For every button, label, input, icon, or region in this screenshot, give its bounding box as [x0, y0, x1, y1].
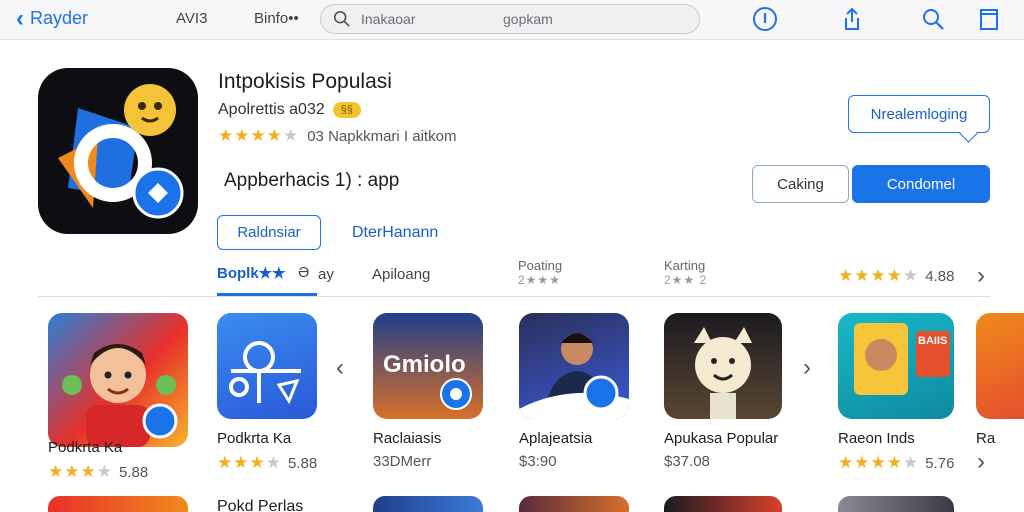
stat-2: Karting 2★★ 2 [664, 258, 707, 288]
search-placeholder: Inakaoar [361, 11, 416, 27]
stat-1-label: Poating [518, 258, 563, 273]
row2-title: Pokd Perlas [217, 498, 304, 512]
app-card-meta-3: 33DMerr [373, 453, 432, 470]
app-card[interactable]: Podkrta Ka [217, 313, 337, 419]
card-stars-icon: ★★★★ [48, 462, 113, 481]
app-card-meta: ★★★★ 5.88 [48, 462, 168, 482]
gear-icon [440, 378, 472, 410]
app-rating: ★★★★★ 03 Napkkmari I aitkom [218, 126, 456, 146]
app-thumbnail-partial[interactable] [976, 313, 1024, 419]
app-card-name-6: Raeon Inds [838, 430, 915, 447]
share-icon[interactable] [839, 6, 865, 32]
top-bar: ‹ Rayder AVI3 Binfo•• Inakaoar gopkam [0, 0, 1024, 40]
chevron-right-icon[interactable]: › [977, 262, 985, 290]
stat-2-value: 2★★ 2 [664, 273, 708, 287]
app-thumbnail [664, 313, 782, 419]
app-card-meta-5: $37.08 [664, 453, 710, 470]
chat-bubble-button[interactable]: Nrealemloging [848, 95, 990, 133]
chevron-left-icon[interactable]: ‹ [336, 354, 344, 382]
tab-active-extra: Ə [298, 264, 310, 281]
card-stars-icon: ★★★★★ [838, 453, 920, 472]
app-card-name-5: Apukasa Popular [664, 430, 779, 447]
app-thumbnail: Gmiolo [373, 313, 483, 419]
search-icon [333, 10, 350, 27]
app-card-info: Podkrta Ka ★★★★ 5.88 [48, 427, 168, 482]
chevron-right-icon[interactable]: › [977, 448, 985, 476]
app-card-name-3: Raclaiasis [373, 430, 442, 447]
app-thumbnail [519, 313, 629, 419]
app-thumbnail-row2[interactable] [664, 496, 782, 512]
app-card[interactable] [664, 313, 784, 419]
app-thumbnail-row2[interactable] [838, 496, 954, 512]
network-graph-icon [229, 341, 301, 405]
text-link[interactable]: DterHanann [352, 224, 438, 242]
search-placeholder-secondary: gopkam [503, 11, 553, 27]
app-logo-graphic [58, 84, 184, 219]
app-title: Intpokisis Populasi [218, 70, 392, 93]
app-thumbnail-row2[interactable] [48, 496, 188, 512]
stat-1: Poating 2★★★ [518, 258, 562, 288]
overall-stars-icon: ★★★★★ [838, 266, 920, 285]
app-card-meta-2-text: 5.88 [287, 454, 318, 472]
search-icon[interactable] [920, 6, 946, 32]
card-stars-icon: ★★★★ [217, 453, 282, 472]
overall-rating: ★★★★★ 4.88 [838, 266, 954, 286]
app-card-name: Podkrta Ka [48, 439, 123, 456]
bookmark-icon[interactable] [976, 6, 1002, 32]
chevron-left-icon: ‹ [16, 4, 24, 32]
app-card-meta-text: 5.88 [118, 463, 149, 481]
app-description: Appberhacis 1) : app [224, 170, 400, 191]
person-photo-icon [519, 333, 629, 419]
nav-item-a[interactable]: AVI3 [176, 10, 207, 27]
stat-2-label: Karting [664, 258, 706, 273]
app-card[interactable]: Gmiolo [373, 313, 493, 419]
app-card-meta-6-text: 5.76 [925, 454, 955, 472]
app-thumbnail [217, 313, 317, 419]
app-subtitle-text: Apolrettis a032 [218, 101, 325, 118]
info-icon[interactable] [752, 6, 778, 32]
divider [38, 296, 990, 297]
app-card-meta-6: ★★★★★ 5.76 [838, 453, 954, 473]
search-input[interactable]: Inakaoar gopkam [320, 4, 700, 34]
tab-second[interactable]: ay [318, 266, 334, 283]
app-card-name-4: Aplajeatsia [519, 430, 593, 447]
app-thumbnail-row2[interactable] [519, 496, 629, 512]
app-card-meta-4: $3:90 [519, 453, 557, 470]
rating-stars-icon: ★★★★★ [218, 126, 300, 145]
game-art-icon [854, 323, 950, 395]
app-icon [38, 68, 198, 234]
app-card[interactable] [519, 313, 639, 419]
stat-1-value: 2★★★ [518, 273, 561, 287]
outline-button[interactable]: Raldnsiar [217, 215, 321, 250]
rating-text: 03 Napkkmari I aitkom [307, 127, 457, 145]
app-card-name-7: Ra [976, 430, 996, 447]
chevron-right-icon[interactable]: › [803, 354, 811, 382]
nav-item-b[interactable]: Binfo•• [254, 10, 299, 27]
app-card-name-2: Podkrta Ka [217, 430, 292, 447]
primary-action-button[interactable]: Condomel [852, 165, 990, 203]
app-card[interactable]: BAIIS [838, 313, 958, 419]
tab-active[interactable]: Boplk★★ [217, 264, 286, 282]
secondary-button[interactable]: Caking [752, 165, 849, 203]
overall-rating-value: 4.88 [925, 267, 955, 285]
cartoon-character-icon [694, 327, 752, 419]
tab-third[interactable]: Apiloang [372, 266, 430, 283]
app-subtitle: Apolrettis a032 §§ [218, 101, 361, 119]
app-thumbnail-row2[interactable] [373, 496, 483, 512]
app-thumbnail: BAIIS [838, 313, 954, 419]
thumbnail-text: Gmiolo [383, 351, 466, 378]
thumbnail-text: BAIIS [918, 335, 948, 347]
back-label: Rayder [30, 8, 89, 28]
back-button[interactable]: ‹ Rayder [16, 4, 89, 32]
price-badge: §§ [332, 102, 361, 118]
app-card-meta-2: ★★★★ 5.88 [217, 453, 317, 473]
